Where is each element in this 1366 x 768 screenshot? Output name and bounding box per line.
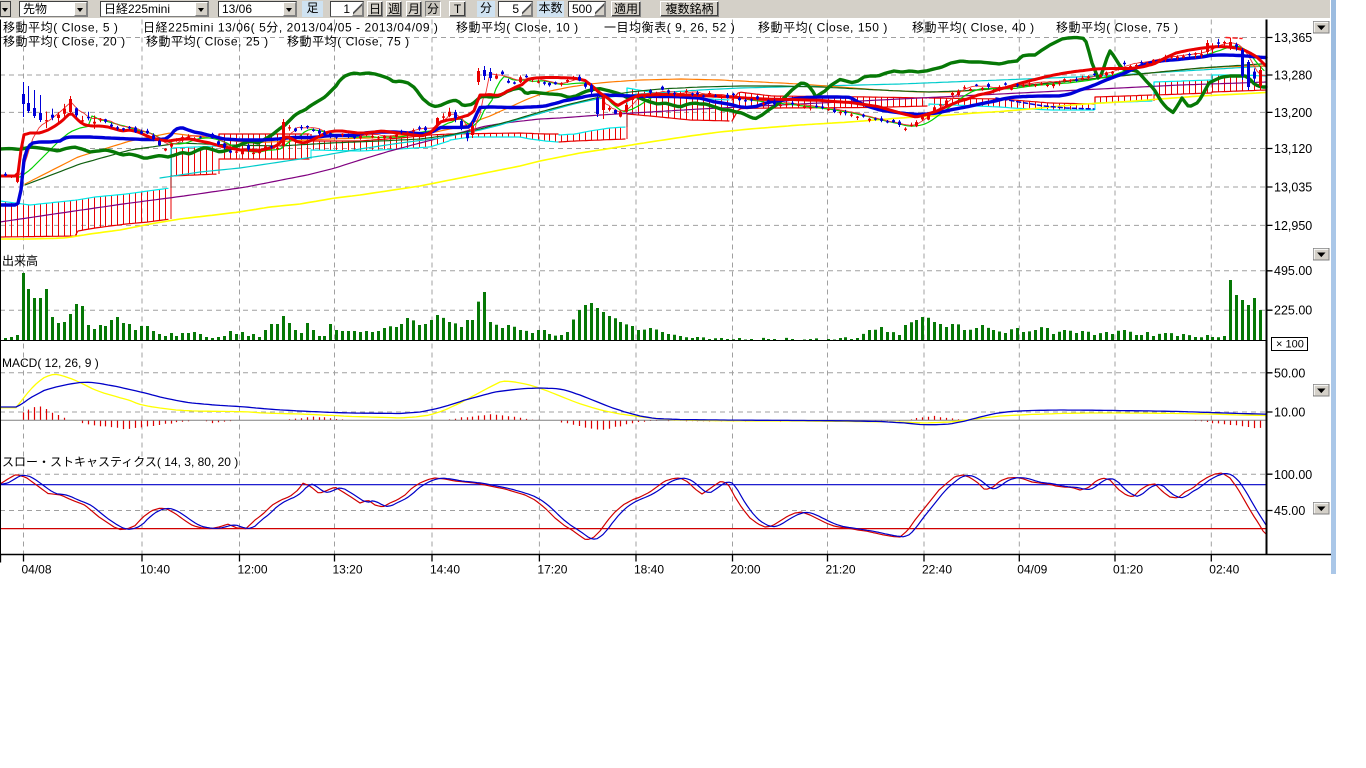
svg-text:04/09: 04/09 (1017, 563, 1047, 577)
svg-text:04/08: 04/08 (22, 563, 52, 577)
svg-text:100.00: 100.00 (1274, 468, 1312, 482)
svg-text:45.00: 45.00 (1274, 504, 1305, 518)
svg-text:13,200: 13,200 (1274, 106, 1312, 120)
svg-text:22:40: 22:40 (922, 563, 952, 577)
svg-text:225.00: 225.00 (1274, 304, 1312, 318)
svg-text:20:00: 20:00 (731, 563, 761, 577)
svg-text:18:40: 18:40 (634, 563, 664, 577)
svg-text:日経225mini 13/06( 5分, 2013/04/0: 日経225mini 13/06( 5分, 2013/04/05 - 2013/0… (143, 21, 438, 35)
svg-text:13,280: 13,280 (1274, 69, 1312, 83)
svg-text:移動平均( Close, 75 ): 移動平均( Close, 75 ) (287, 35, 410, 49)
svg-text:× 100: × 100 (1276, 339, 1304, 351)
svg-text:スロー・ストキャスティクス( 14, 3, 80, 20 ): スロー・ストキャスティクス( 14, 3, 80, 20 ) (2, 455, 238, 469)
svg-text:移動平均( Close, 150 ): 移動平均( Close, 150 ) (758, 21, 888, 35)
svg-text:13,120: 13,120 (1274, 142, 1312, 156)
svg-text:移動平均( Close, 25 ): 移動平均( Close, 25 ) (146, 35, 269, 49)
svg-text:21:20: 21:20 (826, 563, 856, 577)
svg-text:10.00: 10.00 (1274, 406, 1305, 420)
svg-text:10:40: 10:40 (140, 563, 170, 577)
svg-text:02:40: 02:40 (1209, 563, 1239, 577)
svg-text:13,035: 13,035 (1274, 181, 1312, 195)
svg-text:移動平均( Close, 20 ): 移動平均( Close, 20 ) (3, 35, 126, 49)
svg-text:14:40: 14:40 (430, 563, 460, 577)
svg-text:01:20: 01:20 (1113, 563, 1143, 577)
svg-text:12,950: 12,950 (1274, 219, 1312, 233)
svg-text:495.00: 495.00 (1274, 264, 1312, 278)
svg-text:一目均衡表( 9, 26, 52 ): 一目均衡表( 9, 26, 52 ) (604, 21, 735, 35)
svg-text:17:20: 17:20 (537, 563, 567, 577)
svg-text:移動平均( Close, 40 ): 移動平均( Close, 40 ) (912, 21, 1035, 35)
svg-text:移動平均( Close, 5 ): 移動平均( Close, 5 ) (3, 21, 118, 35)
svg-text:12:00: 12:00 (238, 563, 268, 577)
svg-text:出来高: 出来高 (2, 253, 38, 268)
svg-text:50.00: 50.00 (1274, 367, 1305, 381)
svg-text:MACD( 12, 26, 9 ): MACD( 12, 26, 9 ) (2, 356, 99, 370)
svg-text:移動平均( Close, 10 ): 移動平均( Close, 10 ) (456, 21, 579, 35)
svg-text:13:20: 13:20 (333, 563, 363, 577)
svg-text:13,365: 13,365 (1274, 31, 1312, 45)
svg-text:移動平均( Close, 75 ): 移動平均( Close, 75 ) (1056, 21, 1179, 35)
